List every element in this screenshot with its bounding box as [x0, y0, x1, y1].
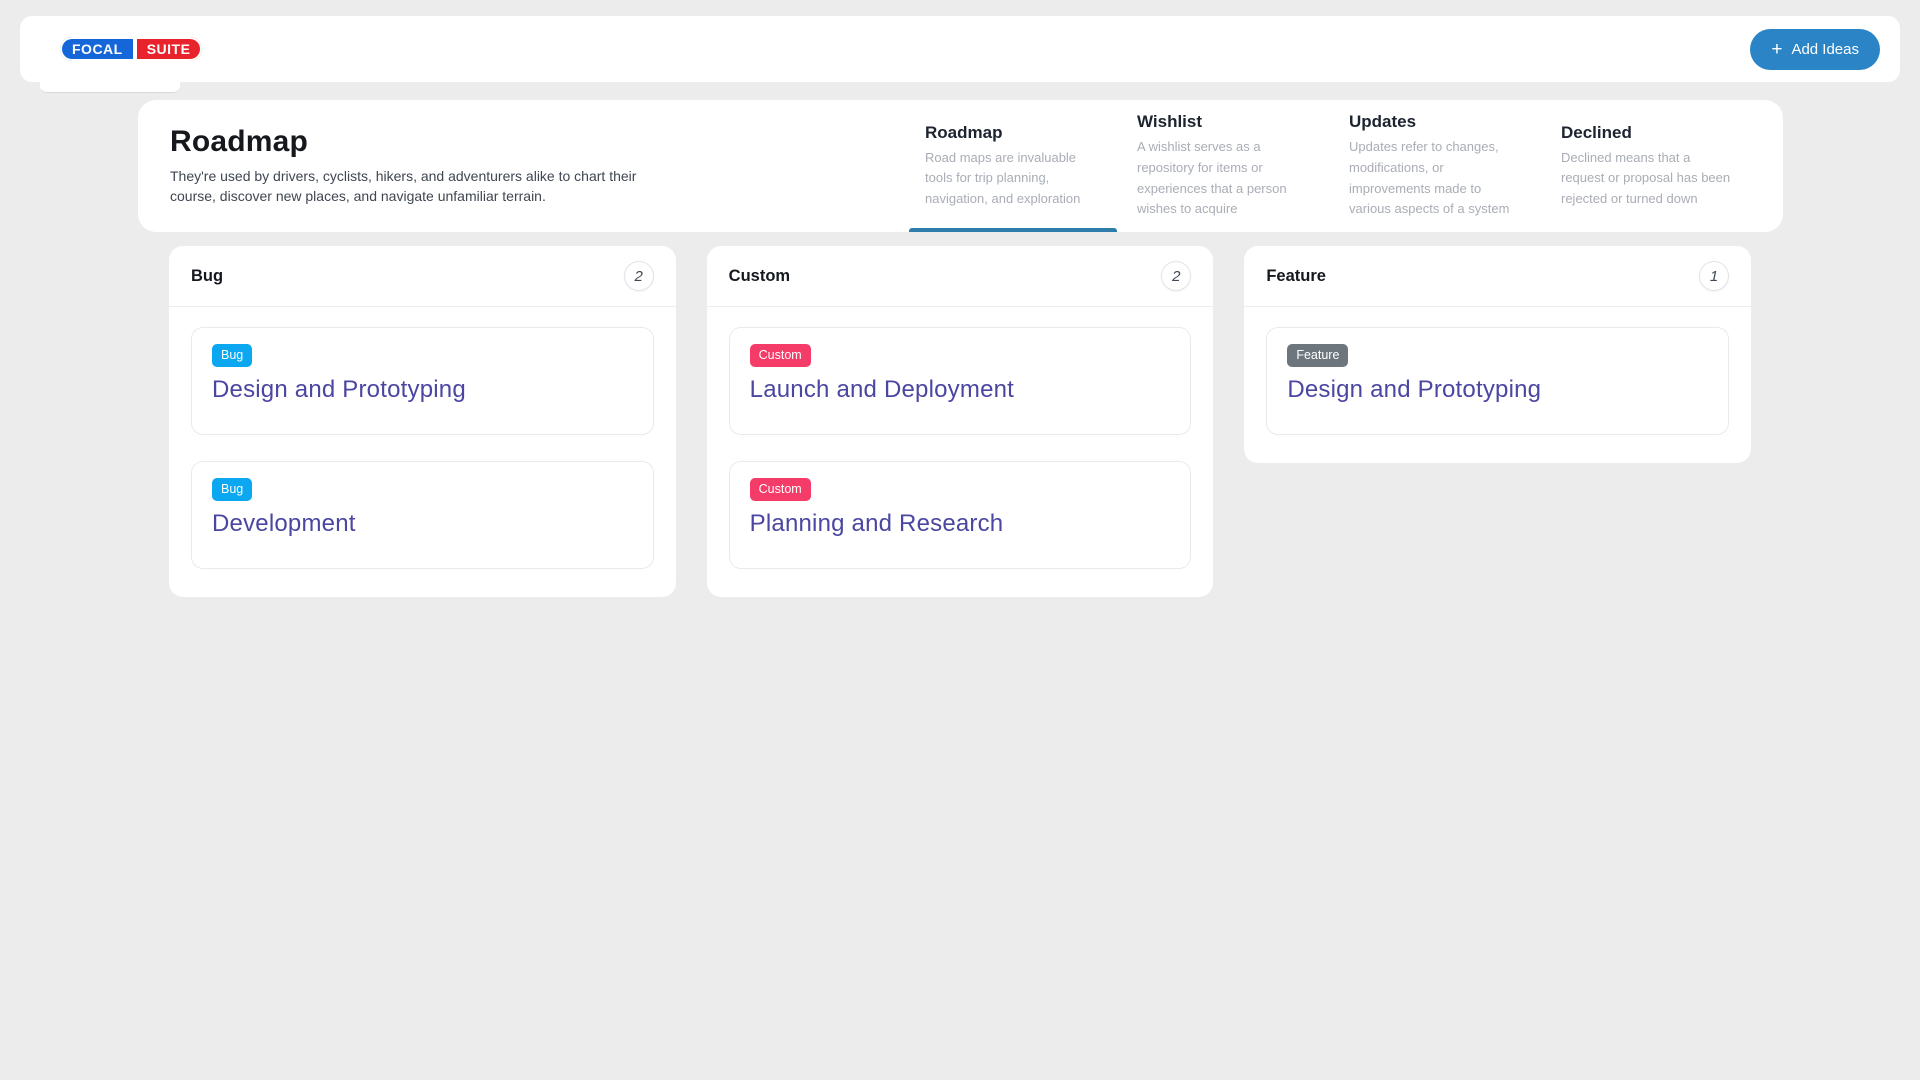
idea-card[interactable]: Bug Development	[191, 461, 654, 569]
add-ideas-button[interactable]: + Add Ideas	[1750, 29, 1880, 70]
idea-card[interactable]: Bug Design and Prototyping	[191, 327, 654, 435]
column-bug-count-badge: 2	[624, 261, 654, 291]
column-bug-title: Bug	[191, 267, 223, 286]
tab-wishlist-description: A wishlist serves as a repository for it…	[1137, 137, 1313, 219]
tab-roadmap[interactable]: Roadmap Road maps are invaluable tools f…	[925, 100, 1101, 232]
tab-wishlist-label: Wishlist	[1137, 112, 1313, 132]
card-tag-badge: Bug	[212, 344, 252, 367]
hero-text-block: Roadmap They're used by drivers, cyclist…	[170, 125, 680, 206]
section-tabs: Roadmap Road maps are invaluable tools f…	[925, 100, 1737, 232]
card-title-link[interactable]: Design and Prototyping	[212, 376, 633, 404]
idea-card[interactable]: Custom Planning and Research	[729, 461, 1192, 569]
tab-updates-label: Updates	[1349, 112, 1525, 132]
column-custom-count-badge: 2	[1161, 261, 1191, 291]
page-description: They're used by drivers, cyclists, hiker…	[170, 167, 680, 206]
column-feature-count-badge: 1	[1699, 261, 1729, 291]
column-feature-title: Feature	[1266, 267, 1326, 286]
logo-suite-segment: SUITE	[135, 37, 203, 62]
card-title-link[interactable]: Planning and Research	[750, 510, 1171, 538]
tab-wishlist[interactable]: Wishlist A wishlist serves as a reposito…	[1137, 100, 1313, 232]
page-title: Roadmap	[170, 125, 680, 159]
column-feature: Feature 1 Feature Design and Prototyping	[1244, 246, 1751, 463]
focal-suite-logo[interactable]: FOCAL SUITE	[60, 37, 202, 62]
top-navigation-bar: FOCAL SUITE + Add Ideas	[20, 16, 1900, 82]
card-tag-badge: Feature	[1287, 344, 1348, 367]
card-title-link[interactable]: Launch and Deployment	[750, 376, 1171, 404]
tab-updates-description: Updates refer to changes, modifications,…	[1349, 137, 1525, 219]
card-tag-badge: Custom	[750, 344, 811, 367]
idea-card[interactable]: Feature Design and Prototyping	[1266, 327, 1729, 435]
roadmap-board: Bug 2 Bug Design and Prototyping Bug Dev…	[169, 246, 1751, 597]
add-ideas-label: Add Ideas	[1791, 41, 1859, 58]
tab-declined-label: Declined	[1561, 123, 1737, 143]
column-custom: Custom 2 Custom Launch and Deployment Cu…	[707, 246, 1214, 597]
column-bug-body: Bug Design and Prototyping Bug Developme…	[169, 307, 676, 597]
column-custom-body: Custom Launch and Deployment Custom Plan…	[707, 307, 1214, 597]
idea-card[interactable]: Custom Launch and Deployment	[729, 327, 1192, 435]
tab-roadmap-label: Roadmap	[925, 123, 1101, 143]
column-custom-header: Custom 2	[707, 246, 1214, 307]
column-bug-header: Bug 2	[169, 246, 676, 307]
column-feature-body: Feature Design and Prototyping	[1244, 307, 1751, 463]
plus-icon: +	[1771, 40, 1782, 59]
column-bug: Bug 2 Bug Design and Prototyping Bug Dev…	[169, 246, 676, 597]
column-feature-header: Feature 1	[1244, 246, 1751, 307]
card-tag-badge: Bug	[212, 478, 252, 501]
tab-declined-description: Declined means that a request or proposa…	[1561, 148, 1737, 210]
column-custom-title: Custom	[729, 267, 790, 286]
roadmap-hero-panel: Roadmap They're used by drivers, cyclist…	[138, 100, 1783, 232]
tab-declined[interactable]: Declined Declined means that a request o…	[1561, 100, 1737, 232]
card-title-link[interactable]: Design and Prototyping	[1287, 376, 1708, 404]
header-tab-stub	[40, 80, 180, 93]
card-title-link[interactable]: Development	[212, 510, 633, 538]
card-tag-badge: Custom	[750, 478, 811, 501]
logo-focal-segment: FOCAL	[60, 37, 135, 62]
tab-roadmap-description: Road maps are invaluable tools for trip …	[925, 148, 1101, 210]
tab-updates[interactable]: Updates Updates refer to changes, modifi…	[1349, 100, 1525, 232]
